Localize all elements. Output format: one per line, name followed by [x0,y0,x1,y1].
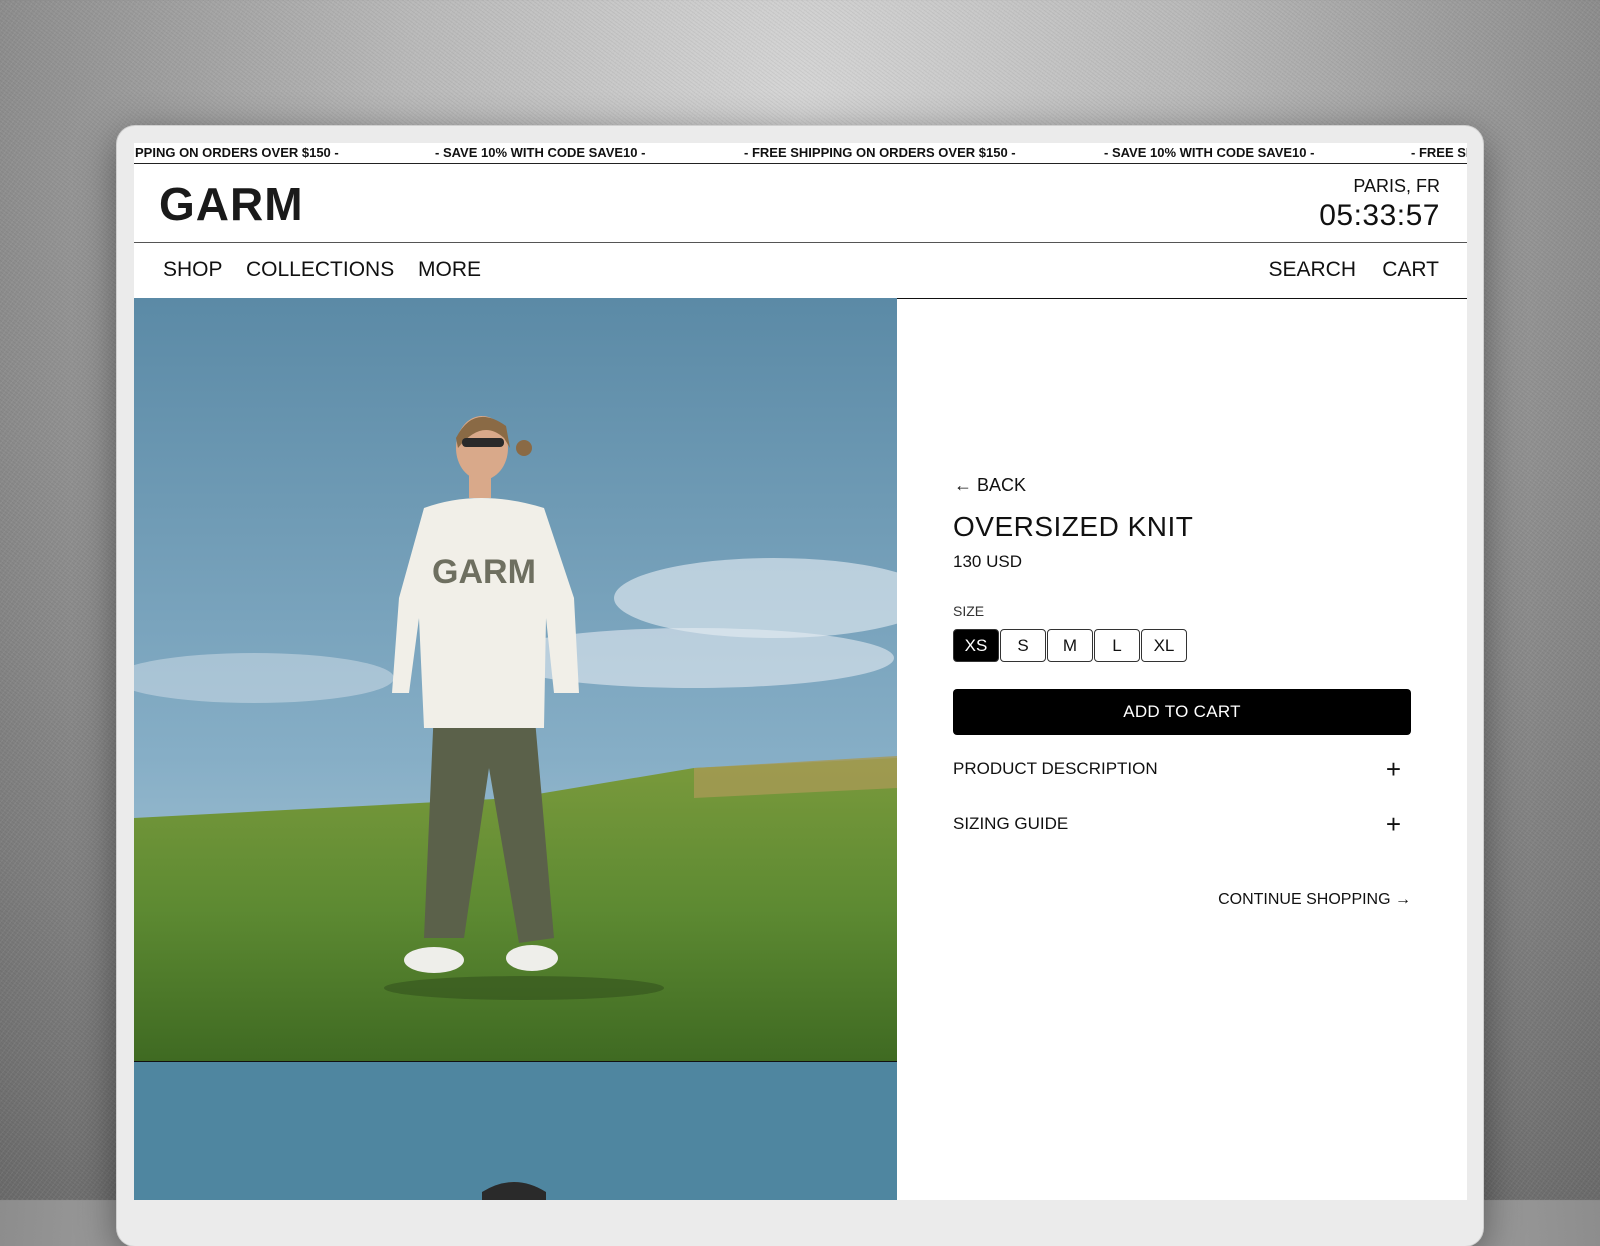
accordion-label: PRODUCT DESCRIPTION [953,759,1158,778]
ticker-item: - FREE SH [1411,145,1467,160]
size-option-s[interactable]: S [1000,629,1046,662]
size-selector: XS S M L XL [953,629,1188,662]
size-option-xs[interactable]: XS [953,629,999,662]
model-in-field-image: GARM [134,298,897,1061]
plus-icon[interactable]: + [1386,754,1401,784]
size-option-l[interactable]: L [1094,629,1140,662]
size-label: SIZE [953,603,985,619]
product-price: 130 USD [953,552,1022,571]
nav-more[interactable]: MORE [418,258,481,282]
accordion-product-description[interactable]: PRODUCT DESCRIPTION + [953,754,1411,785]
size-option-xl[interactable]: XL [1141,629,1187,662]
add-to-cart-button[interactable]: ADD TO CART [953,689,1411,735]
sweater-print-text: GARM [432,553,536,591]
locale-clock: PARIS, FR 05:33:57 [1319,176,1440,233]
plus-icon[interactable]: + [1386,809,1401,839]
product-photo[interactable]: GARM [134,298,897,1062]
local-time: 05:33:57 [1319,199,1440,232]
size-option-m[interactable]: M [1047,629,1093,662]
ticker-item: - SAVE 10% WITH CODE SAVE10 - [1104,145,1315,160]
accordion-sizing-guide[interactable]: SIZING GUIDE + [953,809,1411,840]
product-gallery: GARM [134,298,897,1200]
product-title: OVERSIZED KNIT [953,511,1194,542]
nav-search[interactable]: SEARCH [1268,258,1356,282]
back-link[interactable]: ← BACK [954,475,1026,496]
nav-cart[interactable]: CART [1382,258,1439,282]
site-logo[interactable]: GARM [159,177,304,231]
accordion-label: SIZING GUIDE [953,814,1069,833]
ticker-item: - SAVE 10% WITH CODE SAVE10 - [435,145,646,160]
announcement-ticker: PPING ON ORDERS OVER $150 - - SAVE 10% W… [134,143,1467,164]
nav-shop[interactable]: SHOP [163,258,223,282]
product-photo-secondary[interactable] [134,1062,897,1200]
browser-screen: PPING ON ORDERS OVER $150 - - SAVE 10% W… [134,143,1467,1200]
ticker-item: PPING ON ORDERS OVER $150 - [135,145,339,160]
product-details: ← BACK OVERSIZED KNIT 130 USD SIZE XS S … [897,298,1467,1200]
nav-collections[interactable]: COLLECTIONS [246,258,394,282]
main-nav: SHOP COLLECTIONS MORE SEARCH CART [134,243,1467,299]
ticker-item: - FREE SHIPPING ON ORDERS OVER $150 - [744,145,1016,160]
continue-shopping-link[interactable]: CONTINUE SHOPPING → [1218,891,1411,909]
secondary-model-image [134,1062,897,1200]
site-header: GARM PARIS, FR 05:33:57 [134,164,1467,243]
city-label: PARIS, FR [1353,176,1440,196]
